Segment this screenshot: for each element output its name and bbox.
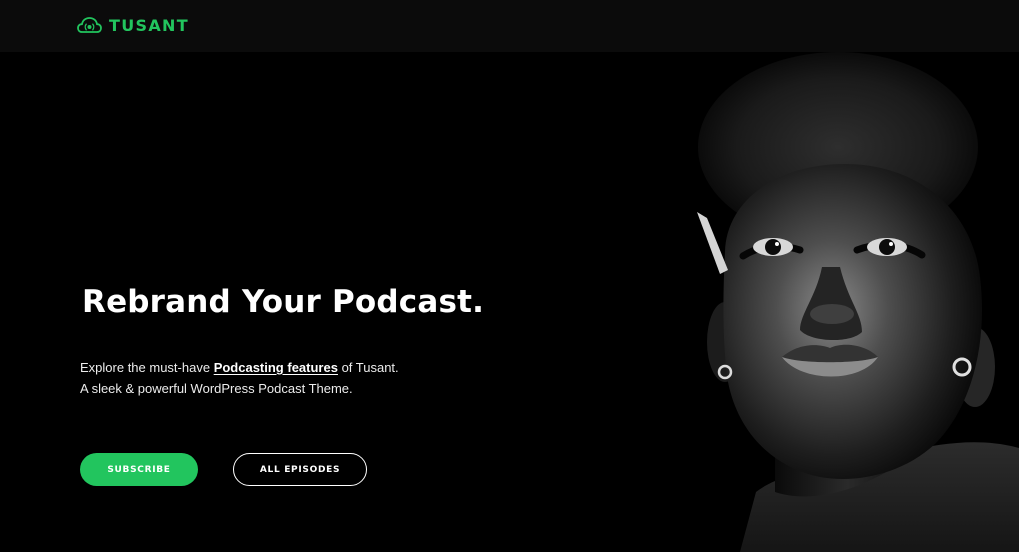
hero-portrait-image	[560, 52, 1019, 552]
podcasting-features-link[interactable]: Podcasting features	[214, 360, 338, 375]
logo-link[interactable]: TUSANT	[77, 13, 189, 37]
site-header: TUSANT	[0, 0, 1019, 52]
hero-description-line2: A sleek & powerful WordPress Podcast The…	[80, 381, 353, 396]
hero-description: Explore the must-have Podcasting feature…	[80, 357, 399, 399]
all-episodes-button[interactable]: ALL EPISODES	[233, 453, 367, 486]
hero-section: Rebrand Your Podcast. Explore the must-h…	[0, 52, 1019, 552]
description-prefix: Explore the must-have	[80, 360, 214, 375]
brand-name: TUSANT	[109, 15, 189, 35]
hero-description-line1: Explore the must-have Podcasting feature…	[80, 357, 399, 378]
hero-headline: Rebrand Your Podcast.	[82, 284, 485, 320]
subscribe-button[interactable]: SUBSCRIBE	[80, 453, 198, 486]
podcast-cloud-icon	[77, 17, 102, 33]
description-suffix: of Tusant.	[337, 360, 399, 375]
